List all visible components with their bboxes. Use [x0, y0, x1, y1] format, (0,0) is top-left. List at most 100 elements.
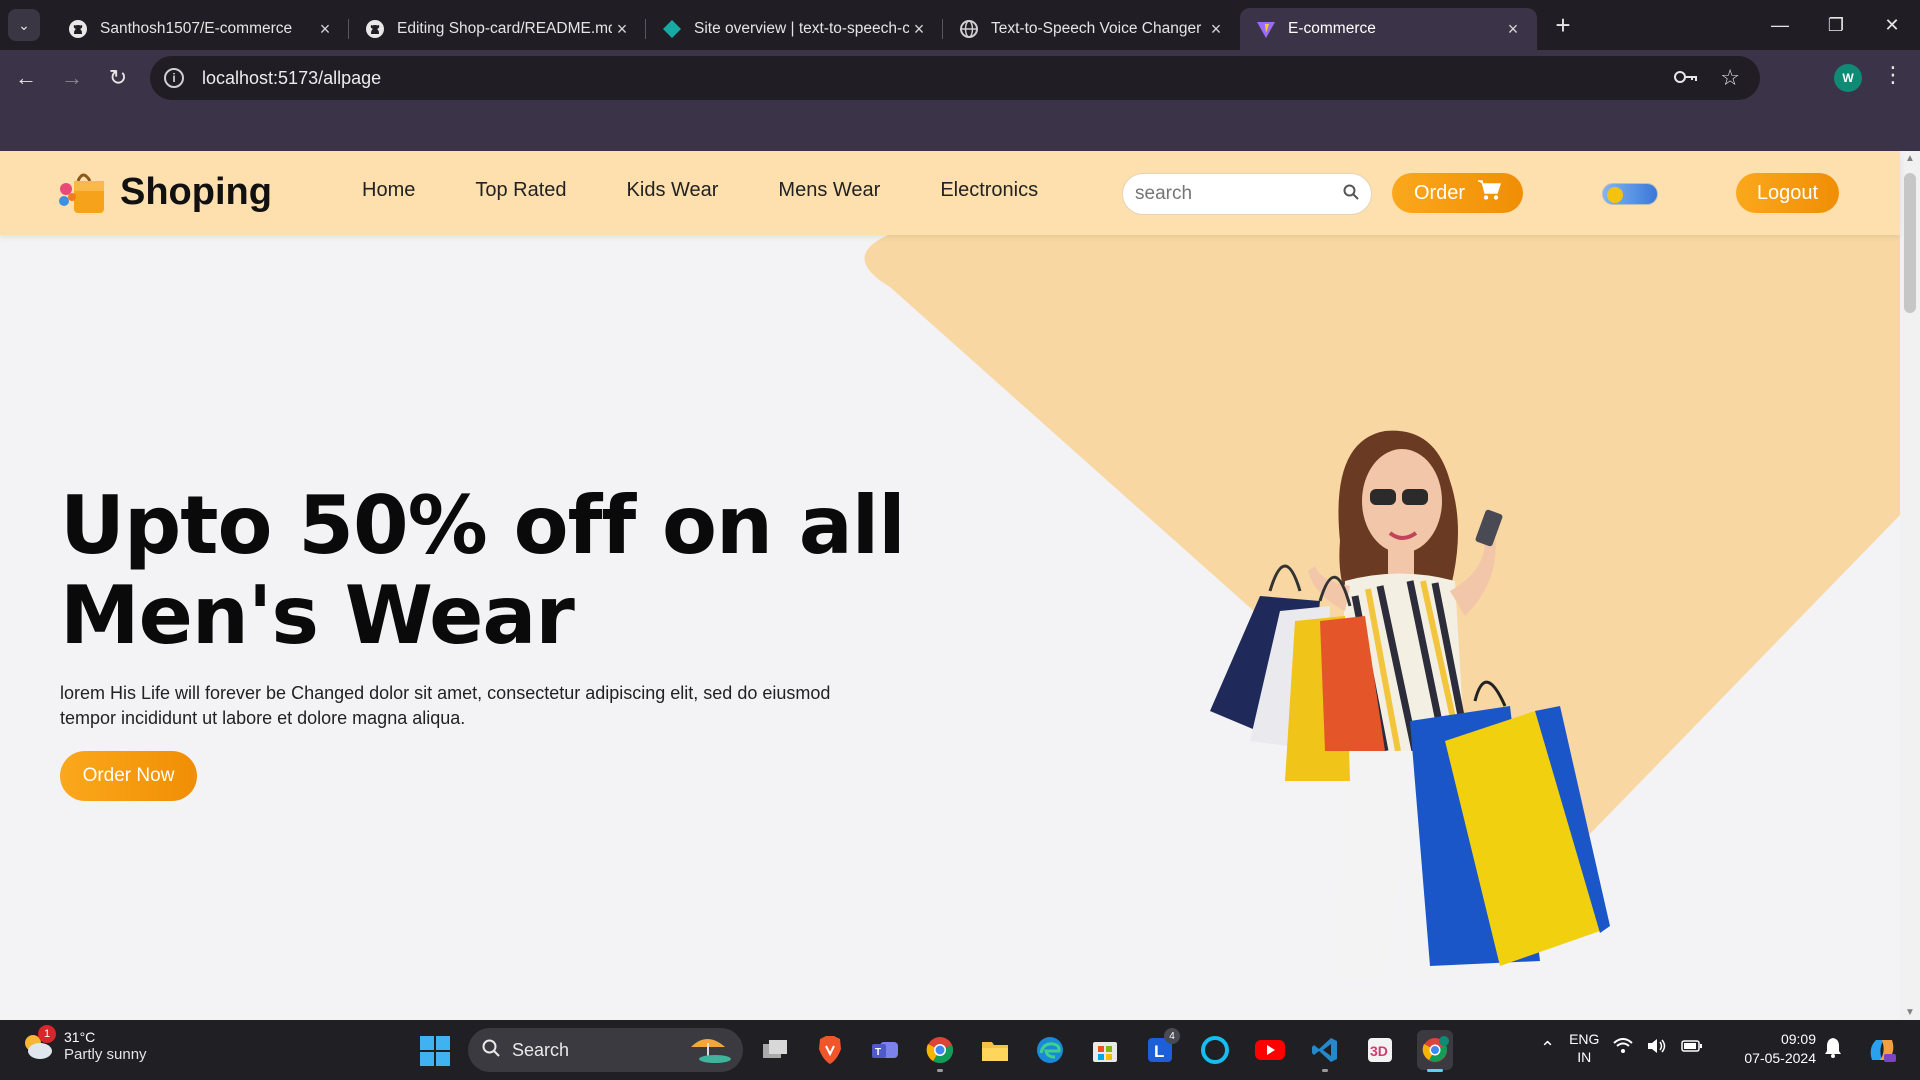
github-icon	[365, 19, 385, 39]
nav-mens-wear[interactable]: Mens Wear	[778, 179, 880, 202]
reload-icon: ↻	[108, 65, 128, 90]
windows-logo-icon	[436, 1052, 450, 1066]
scroll-up-icon[interactable]: ▲	[1900, 153, 1920, 164]
hero-title-line1: Upto 50% off on all	[60, 479, 906, 572]
chevron-down-icon: ⌄	[18, 16, 30, 33]
brave-icon[interactable]	[812, 1030, 848, 1070]
browser-tab[interactable]: Editing Shop-card/README.md ×	[349, 8, 646, 50]
hero-title: Upto 50% off on all Men's Wear	[60, 481, 940, 661]
hero-title-line2: Men's Wear	[60, 569, 575, 662]
taskbar-clock[interactable]: 09:09 07-05-2024	[1734, 1030, 1816, 1068]
browser-tab-strip: ⌄ Santhosh1507/E-commerce × Editing Shop…	[0, 0, 1920, 50]
3d-app-icon[interactable]: 3D	[1362, 1030, 1398, 1070]
store-icon[interactable]	[1087, 1030, 1123, 1070]
start-button[interactable]	[420, 1036, 450, 1066]
forward-button[interactable]: →	[52, 58, 92, 98]
scrollbar-thumb[interactable]	[1904, 173, 1916, 313]
alexa-icon[interactable]	[1197, 1030, 1233, 1070]
tab-title: Santhosh1507/E-commerce	[100, 20, 293, 37]
cart-icon	[1477, 179, 1502, 207]
chrome-profile-icon[interactable]	[1417, 1030, 1453, 1072]
running-indicator	[937, 1069, 943, 1072]
new-tab-button[interactable]: +	[1545, 7, 1581, 43]
svg-text:L: L	[1154, 1042, 1164, 1061]
browser-menu-icon[interactable]: ⋮	[1882, 62, 1904, 88]
close-window-button[interactable]: ✕	[1864, 0, 1920, 50]
page-scrollbar[interactable]: ▲ ▼	[1900, 151, 1920, 1020]
vscode-icon[interactable]	[1307, 1030, 1343, 1072]
tab-title: Site overview | text-to-speech-c	[694, 20, 909, 37]
globe-icon	[959, 19, 979, 39]
lang-region: IN	[1577, 1049, 1592, 1065]
nav-home[interactable]: Home	[362, 179, 415, 202]
chevron-up-icon[interactable]: ⌃	[1540, 1038, 1555, 1059]
search-icon[interactable]	[1343, 184, 1359, 205]
tab-list: Santhosh1507/E-commerce × Editing Shop-c…	[52, 0, 1537, 50]
beach-umbrella-icon	[685, 1033, 733, 1068]
order-now-button[interactable]: Order Now	[60, 751, 197, 801]
partly-sunny-icon: 1	[20, 1025, 56, 1063]
reload-button[interactable]: ↻	[98, 58, 138, 98]
edge-icon[interactable]	[1032, 1030, 1068, 1070]
volume-icon[interactable]	[1647, 1038, 1667, 1059]
netlify-icon	[662, 19, 682, 39]
main-nav: Home Top Rated Kids Wear Mens Wear Elect…	[362, 179, 1038, 202]
copilot-icon[interactable]	[1866, 1034, 1898, 1071]
wifi-icon[interactable]	[1613, 1037, 1634, 1059]
browser-tab[interactable]: Text-to-Speech Voice Changer ×	[943, 8, 1240, 50]
bookmarks-bar	[0, 106, 1920, 151]
taskbar-search[interactable]: Search	[468, 1028, 743, 1072]
arrow-left-icon: ←	[15, 65, 37, 90]
close-tab-icon[interactable]: ×	[1206, 19, 1226, 39]
profile-avatar[interactable]: W	[1834, 64, 1862, 92]
brand-name[interactable]: Shoping	[120, 171, 272, 214]
order-button[interactable]: Order	[1392, 173, 1523, 213]
lang-code: ENG	[1569, 1031, 1600, 1047]
file-explorer-icon[interactable]	[977, 1030, 1013, 1070]
language-indicator[interactable]: ENG IN	[1569, 1030, 1599, 1066]
plus-icon: +	[1555, 9, 1571, 40]
active-indicator	[1427, 1069, 1443, 1072]
teams-icon[interactable]: T	[867, 1030, 903, 1070]
minimize-button[interactable]: —	[1752, 0, 1808, 50]
scroll-down-icon[interactable]: ▼	[1900, 1007, 1920, 1018]
browser-tab[interactable]: Santhosh1507/E-commerce ×	[52, 8, 349, 50]
svg-text:T: T	[875, 1047, 881, 1058]
close-tab-icon[interactable]: ×	[612, 19, 632, 39]
tab-search-button[interactable]: ⌄	[8, 9, 40, 41]
weather-condition: Partly sunny	[64, 1046, 147, 1063]
back-button[interactable]: ←	[6, 58, 46, 98]
close-tab-icon[interactable]: ×	[315, 19, 335, 39]
battery-icon[interactable]	[1681, 1039, 1703, 1058]
weather-widget[interactable]: 1 31°C Partly sunny	[20, 1025, 147, 1064]
page-viewport: Shoping Home Top Rated Kids Wear Mens We…	[0, 151, 1920, 1020]
app-badge: 4	[1164, 1028, 1180, 1044]
url-text[interactable]: localhost:5173/allpage	[202, 68, 381, 89]
nav-kids-wear[interactable]: Kids Wear	[627, 179, 719, 202]
address-bar[interactable]: i localhost:5173/allpage ☆	[150, 56, 1760, 100]
restore-button[interactable]: ❐	[1808, 0, 1864, 50]
tab-title: E-commerce	[1288, 20, 1376, 37]
nav-top-rated[interactable]: Top Rated	[475, 179, 566, 202]
logout-button[interactable]: Logout	[1736, 173, 1839, 213]
bookmark-star-icon[interactable]: ☆	[1720, 65, 1740, 91]
windows-logo-icon	[436, 1036, 450, 1050]
notification-bell-icon[interactable]	[1824, 1036, 1842, 1063]
tab-title: Text-to-Speech Voice Changer	[991, 20, 1202, 37]
chrome-icon[interactable]	[922, 1030, 958, 1072]
browser-tab-active[interactable]: E-commerce ×	[1240, 8, 1537, 50]
browser-tab[interactable]: Site overview | text-to-speech-c ×	[646, 8, 943, 50]
youtube-icon[interactable]	[1252, 1030, 1288, 1070]
l-app-icon[interactable]: L 4	[1142, 1028, 1180, 1070]
clock-time: 09:09	[1780, 1031, 1816, 1047]
close-tab-icon[interactable]: ×	[1503, 19, 1523, 39]
search-input[interactable]	[1135, 183, 1325, 205]
close-tab-icon[interactable]: ×	[909, 19, 929, 39]
window-controls: — ❐ ✕	[1752, 0, 1920, 50]
nav-electronics[interactable]: Electronics	[940, 179, 1038, 202]
password-key-icon[interactable]	[1674, 65, 1698, 91]
task-view-icon[interactable]	[757, 1030, 793, 1070]
site-info-icon[interactable]: i	[164, 68, 184, 88]
theme-toggle[interactable]	[1602, 183, 1658, 205]
taskbar-search-label: Search	[512, 1039, 570, 1060]
